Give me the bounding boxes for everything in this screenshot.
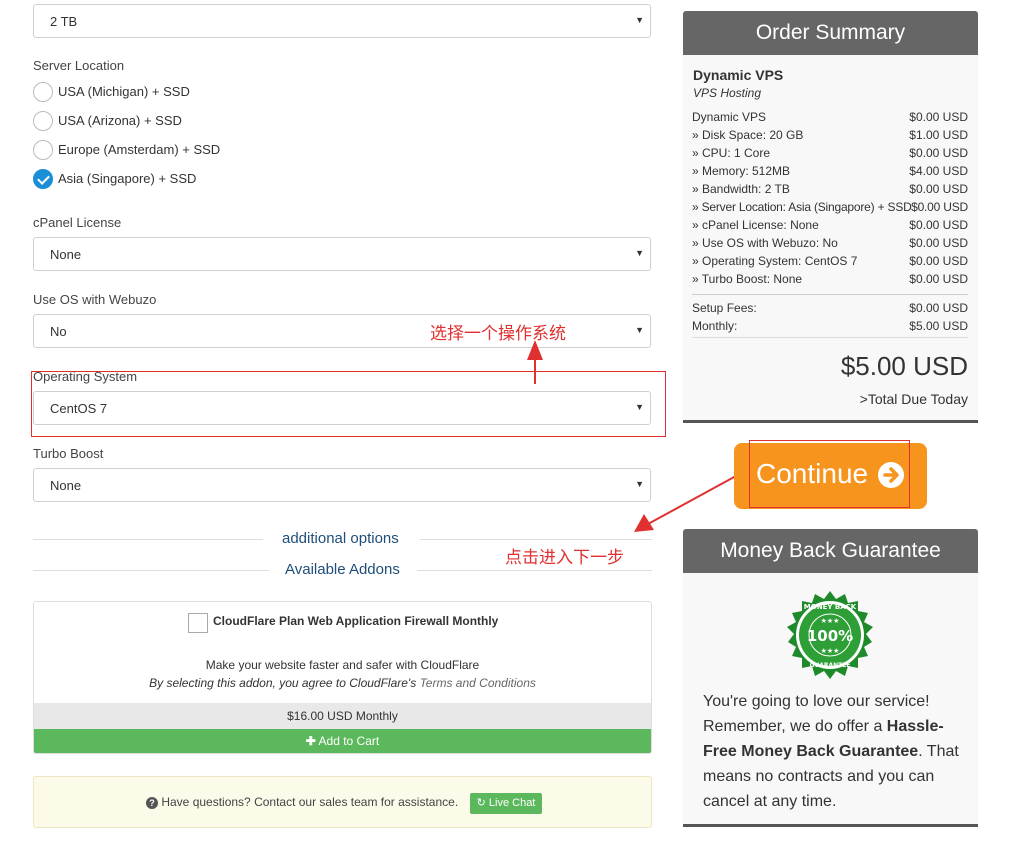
monthly-row: Monthly: $5.00 USD — [692, 319, 968, 333]
divider-line — [417, 570, 652, 571]
summary-line: » Disk Space: 20 GB $1.00 USD — [692, 128, 968, 142]
summary-divider — [692, 337, 968, 338]
terms-link[interactable]: Terms and Conditions — [420, 676, 536, 690]
live-chat-label: Live Chat — [488, 797, 536, 809]
seal-top-text: MONEY BACK — [804, 603, 857, 611]
radio-button[interactable] — [33, 111, 53, 131]
plus-icon: ✚ — [305, 734, 316, 748]
chevron-down-icon: ▼ — [635, 402, 644, 412]
order-summary-panel: Order Summary Dynamic VPS VPS Hosting Dy… — [683, 11, 978, 423]
order-summary-title: Order Summary — [683, 11, 978, 55]
svg-text:★★★: ★★★ — [821, 617, 840, 625]
svg-text:★★★: ★★★ — [821, 647, 840, 655]
divider-line — [420, 539, 652, 540]
os-label: Operating System — [33, 369, 138, 384]
additional-options-heading: additional options — [282, 530, 399, 547]
add-to-cart-button[interactable]: ✚ Add to Cart — [34, 729, 651, 753]
guarantee-text: You're going to love our service! Rememb… — [703, 693, 959, 810]
os-select[interactable]: CentOS 7 ▼ — [33, 391, 651, 425]
summary-line: » Operating System: CentOS 7 $0.00 USD — [692, 254, 968, 268]
summary-line: » Bandwidth: 2 TB $0.00 USD — [692, 182, 968, 196]
product-name: Dynamic VPS — [693, 67, 784, 83]
addon-agreement: By selecting this addon, you agree to Cl… — [34, 676, 651, 690]
seal-center-text: 100% — [807, 627, 853, 645]
radio-label: USA (Michigan) + SSD — [58, 84, 190, 99]
radio-button[interactable] — [33, 82, 53, 102]
addon-title: CloudFlare Plan Web Application Firewall… — [213, 614, 499, 628]
os-value: CentOS 7 — [50, 401, 108, 416]
radio-button[interactable] — [33, 140, 53, 160]
sales-help-box: ? Have questions? Contact our sales team… — [33, 776, 652, 828]
available-addons-heading: Available Addons — [285, 561, 400, 578]
bandwidth-value: 2 TB — [50, 14, 78, 29]
turbo-value: None — [50, 478, 82, 493]
chevron-down-icon: ▼ — [635, 325, 644, 335]
product-group: VPS Hosting — [693, 86, 762, 100]
summary-line: Dynamic VPS $0.00 USD — [692, 110, 968, 124]
cpanel-label: cPanel License — [33, 215, 122, 230]
total-due-label: >Total Due Today — [859, 391, 968, 407]
webuzo-label: Use OS with Webuzo — [33, 292, 157, 307]
cpanel-select[interactable]: None ▼ — [33, 237, 651, 271]
divider-line — [33, 570, 269, 571]
summary-line: » cPanel License: None $0.00 USD — [692, 218, 968, 232]
question-circle-icon: ? — [146, 797, 158, 809]
addon-cloudflare-card: CloudFlare Plan Web Application Firewall… — [33, 601, 652, 754]
summary-line: » Server Location: Asia (Singapore) + SS… — [692, 200, 968, 214]
turbo-label: Turbo Boost — [33, 446, 104, 461]
money-back-panel: Money Back Guarantee MONEY BACK ★★★ 100%… — [683, 529, 978, 827]
addon-description: Make your website faster and safer with … — [205, 658, 480, 672]
setup-fees-row: Setup Fees: $0.00 USD — [692, 301, 968, 315]
continue-highlight-box — [749, 440, 910, 508]
summary-line: » Turbo Boost: None $0.00 USD — [692, 272, 968, 286]
bandwidth-select[interactable]: 2 TB ▼ — [33, 4, 651, 38]
annotation-next-step: 点击进入下一步 — [505, 548, 624, 568]
chevron-down-icon: ▼ — [635, 248, 644, 258]
add-to-cart-label: Add to Cart — [318, 734, 380, 748]
summary-line: » CPU: 1 Core $0.00 USD — [692, 146, 968, 160]
radio-button-checked[interactable] — [33, 169, 53, 189]
summary-line: » Use OS with Webuzo: No $0.00 USD — [692, 236, 968, 250]
addon-price: $16.00 USD Monthly — [34, 703, 651, 729]
addon-checkbox[interactable] — [188, 613, 208, 633]
radio-label: Asia (Singapore) + SSD — [58, 171, 197, 186]
help-text: Have questions? Contact our sales team f… — [161, 795, 459, 809]
help-message: ? Have questions? Contact our sales team… — [146, 795, 458, 809]
cpanel-value: None — [50, 247, 82, 262]
guarantee-seal-icon: MONEY BACK ★★★ 100% ★★★ GUARANTEE — [787, 591, 873, 679]
divider-line — [33, 539, 263, 540]
money-back-title: Money Back Guarantee — [683, 529, 978, 573]
webuzo-value: No — [50, 324, 67, 339]
summary-line: » Memory: 512MB $4.00 USD — [692, 164, 968, 178]
chevron-down-icon: ▼ — [635, 15, 644, 25]
server-location-label: Server Location — [33, 58, 125, 73]
turbo-select[interactable]: None ▼ — [33, 468, 651, 502]
addon-agreement-text: By selecting this addon, you agree to Cl… — [149, 676, 417, 690]
refresh-icon: ↻ — [476, 797, 486, 809]
total-amount: $5.00 USD — [840, 351, 968, 381]
seal-bottom-text: GUARANTEE — [810, 662, 851, 669]
radio-label: Europe (Amsterdam) + SSD — [58, 142, 221, 157]
summary-divider — [692, 294, 968, 295]
radio-label: USA (Arizona) + SSD — [58, 113, 182, 128]
live-chat-button[interactable]: ↻ Live Chat — [470, 793, 542, 814]
